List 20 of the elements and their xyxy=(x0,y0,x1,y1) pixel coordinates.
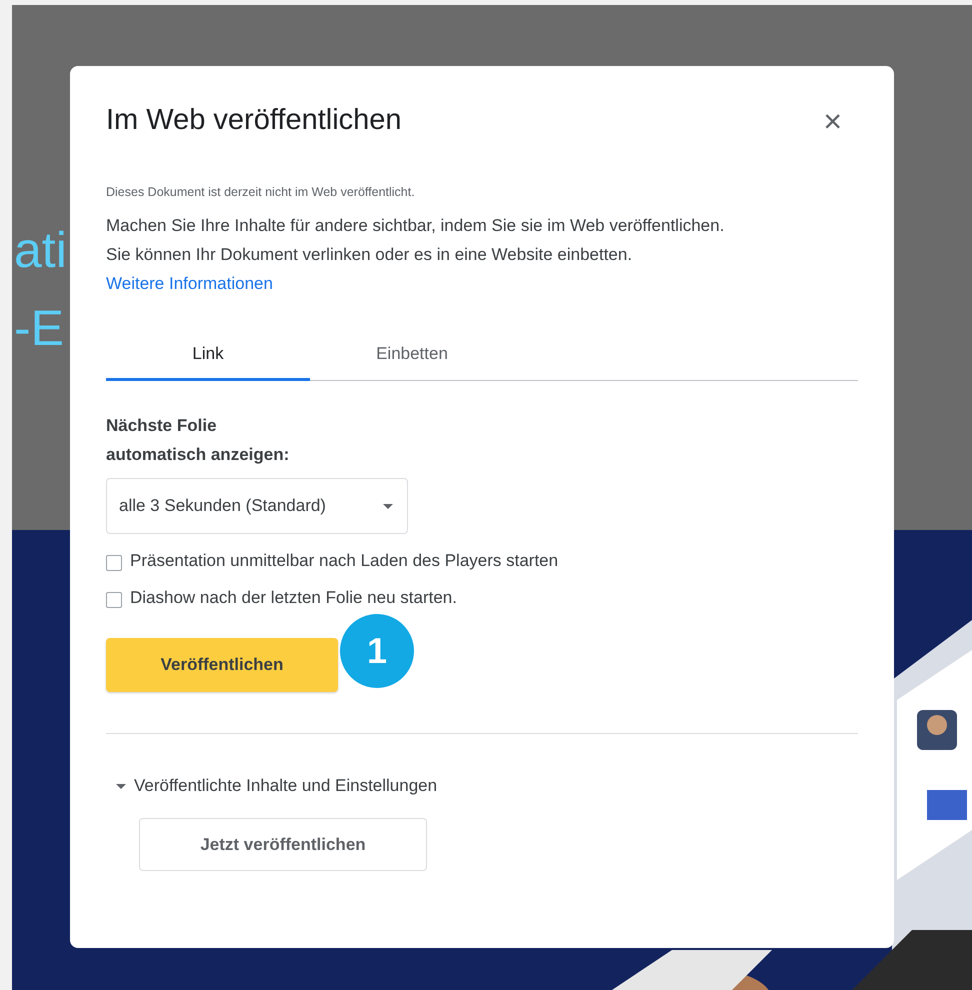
checkbox-label: Diashow nach der letzten Folie neu starten. xyxy=(130,588,457,608)
tab[interactable]: Link xyxy=(106,336,310,381)
dialog-title: Im Web veröffentlichen xyxy=(106,104,402,137)
publish-button[interactable]: Veröffentlichen xyxy=(106,638,338,692)
checkbox-label: Präsentation unmittelbar nach Laden des Players starten xyxy=(130,551,558,571)
step-badge: 1 xyxy=(340,614,414,688)
section-toggle[interactable]: Veröffentlichte Inhalte und Einstellungen xyxy=(106,776,438,796)
background-heading: ati xyxy=(14,221,67,280)
background-heading: -E xyxy=(14,299,64,358)
publish-status: Dieses Dokument ist derzeit nicht im Web veröffentlicht. xyxy=(106,185,415,199)
more-info-link[interactable]: Weitere Informationen xyxy=(106,274,273,293)
publish-now-button[interactable]: Jetzt veröffentlichen xyxy=(139,818,427,871)
close-button[interactable]: × xyxy=(817,104,848,136)
interval-select[interactable]: alle 3 Sekunden (Standard) xyxy=(106,478,408,534)
checkbox[interactable] xyxy=(106,592,122,608)
tab[interactable]: Einbetten xyxy=(310,336,514,381)
checkbox[interactable] xyxy=(106,555,122,571)
caret-icon xyxy=(383,504,393,508)
advance-label: Nächste Folie automatisch anzeigen: xyxy=(106,415,290,466)
description-text: Machen Sie Ihre Inhalte für andere sichtbar, indem Sie sie im Web veröffentlichen. Sie können Ihr Dokument verlinken oder es in eine Website einbetten. Weitere Informationen xyxy=(106,215,726,295)
